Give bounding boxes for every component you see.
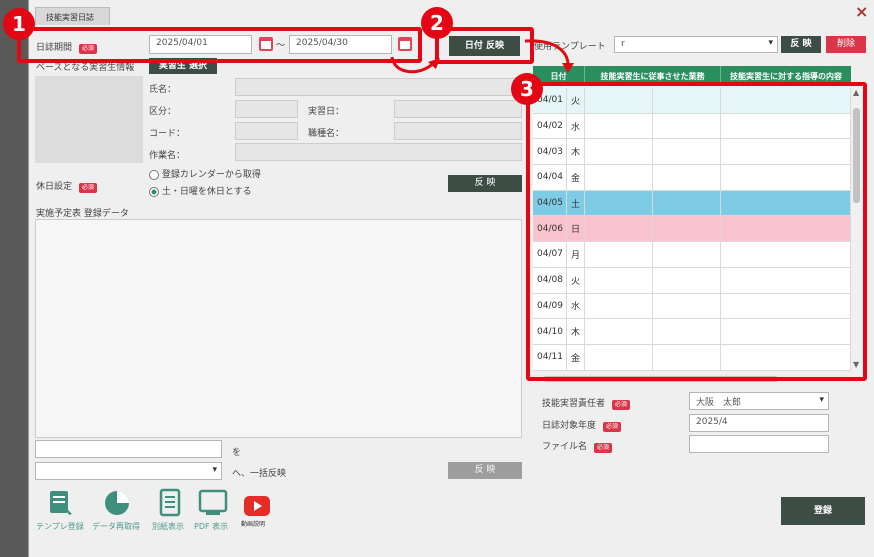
nendo-label-text: 日誌対象年度 <box>542 421 597 431</box>
holiday-option-calendar-text: 登録カレンダーから取得 <box>161 170 261 180</box>
step-badge-3: 3 <box>511 73 543 105</box>
jisshubi-field <box>394 100 522 118</box>
chevron-down-icon: ▾ <box>819 395 824 405</box>
holiday-reflect-button[interactable]: 反 映 <box>448 175 522 192</box>
sekinin-label-text: 技能実習責任者 <box>542 399 606 409</box>
tool-label: 動画説明 <box>241 521 266 528</box>
sagyo-field <box>235 143 522 161</box>
chevron-down-icon: ▾ <box>212 465 217 475</box>
ikkatsu-label: へ、一括反映 <box>232 469 287 479</box>
file-label: ファイル名 必須 <box>542 439 612 453</box>
code-field <box>235 122 298 140</box>
tool-label: PDF 表示 <box>194 522 229 531</box>
radio-calendar[interactable] <box>149 169 159 180</box>
sekinin-required-badge: 必須 <box>611 400 630 410</box>
tool-bar: テンプレ登録 データ再取得 別紙表示 PDF 表示 動画説明 <box>36 488 276 538</box>
nendo-required-badge: 必須 <box>602 422 621 432</box>
attachment-view-icon <box>159 488 181 517</box>
tool-attachment-view[interactable]: 別紙表示 <box>152 488 192 532</box>
video-guide-icon <box>244 496 270 516</box>
pdf-view-icon <box>198 489 228 515</box>
annotation-arrows <box>390 39 574 74</box>
holiday-required-badge: 必須 <box>78 183 97 193</box>
holiday-label-text: 休日設定 <box>36 182 73 192</box>
plan-reflect-button[interactable]: 反 映 <box>448 462 522 479</box>
tool-label: テンプレ登録 <box>36 522 84 531</box>
plan-data-area[interactable] <box>35 219 522 438</box>
nendo-label: 日誌対象年度 必須 <box>542 418 621 432</box>
template-register-icon <box>50 491 72 515</box>
template-delete-button[interactable]: 削除 <box>826 36 866 53</box>
code-label: コード： <box>149 129 186 139</box>
kubun-label: 区分： <box>149 107 177 117</box>
name-label: 氏名： <box>149 85 177 95</box>
kubun-field <box>235 100 298 118</box>
tool-label: 別紙表示 <box>152 522 184 531</box>
radio-weekend[interactable] <box>149 186 159 197</box>
file-label-text: ファイル名 <box>542 442 588 452</box>
holiday-option-calendar[interactable]: 登録カレンダーから取得 <box>149 167 261 180</box>
step-badge-1: 1 <box>3 8 35 40</box>
trainee-photo <box>35 76 143 163</box>
tool-video-guide[interactable]: 動画説明 <box>241 496 275 528</box>
file-required-badge: 必須 <box>593 443 612 453</box>
data-refetch-icon <box>105 491 129 515</box>
sekinin-label: 技能実習責任者 必須 <box>542 396 630 410</box>
holiday-label: 休日設定 必須 <box>36 179 97 193</box>
sagyo-label: 作業名： <box>149 151 186 161</box>
template-select-value: r <box>621 39 625 49</box>
nendo-input[interactable]: 2025/4 <box>689 414 829 432</box>
wo-label: を <box>232 448 242 458</box>
tool-data-refetch[interactable]: データ再取得 <box>92 488 148 532</box>
sekinin-select[interactable]: 大阪 太郎 ▾ <box>689 392 829 410</box>
file-name-input[interactable] <box>689 435 829 453</box>
plan-target-select[interactable]: ▾ <box>35 462 222 480</box>
step-badge-2: 2 <box>421 7 453 39</box>
sekinin-value: 大阪 太郎 <box>696 398 742 408</box>
dialog-title-tab: 技能実習日誌 <box>35 7 110 25</box>
shokushu-label: 職種名： <box>308 129 345 139</box>
jisshubi-label: 実習日： <box>308 107 345 117</box>
template-reflect-button[interactable]: 反 映 <box>781 36 821 53</box>
plan-data-label: 実施予定表 登録データ <box>36 209 129 219</box>
plan-target-input[interactable] <box>35 440 222 458</box>
chevron-down-icon: ▾ <box>768 38 773 48</box>
register-button[interactable]: 登録 <box>781 497 865 525</box>
shokushu-field <box>394 122 522 140</box>
holiday-option-weekend-text: 土・日曜を休日とする <box>161 187 252 197</box>
close-icon[interactable]: × <box>855 2 868 21</box>
tool-template-register[interactable]: テンプレ登録 <box>36 488 88 532</box>
template-select[interactable]: r ▾ <box>614 36 778 53</box>
highlight-box-1 <box>17 27 422 63</box>
tool-label: データ再取得 <box>92 522 140 531</box>
highlight-box-3 <box>526 82 867 381</box>
tool-pdf-view[interactable]: PDF 表示 <box>194 488 234 532</box>
holiday-option-weekend[interactable]: 土・日曜を休日とする <box>149 184 252 197</box>
